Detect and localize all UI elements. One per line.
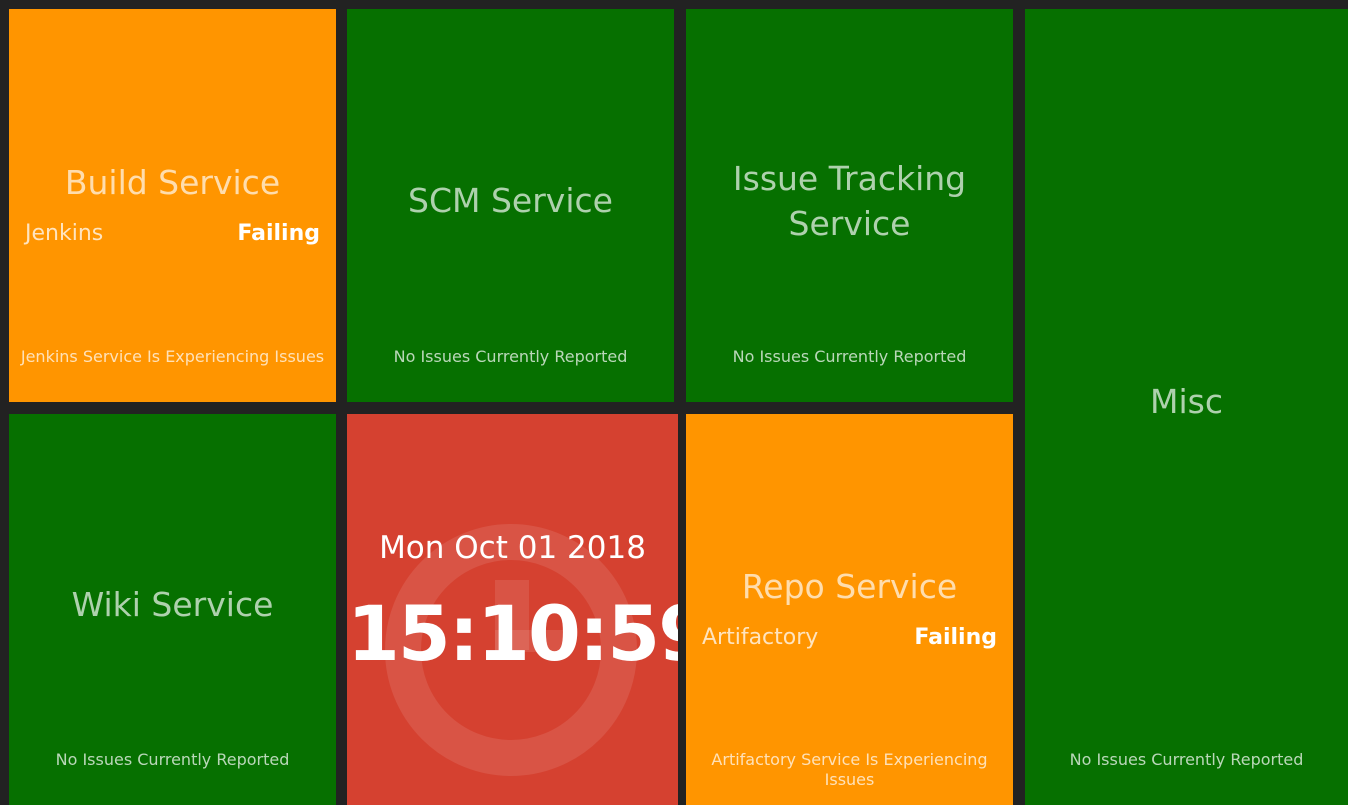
status-name: Artifactory: [702, 624, 819, 650]
tile-title-line1: Issue Tracking: [732, 159, 967, 198]
tile-footer: Artifactory Service Is Experiencing Issu…: [711, 750, 988, 789]
tile-title: Misc: [1150, 382, 1223, 421]
tile-footer: No Issues Currently Reported: [55, 750, 290, 769]
status-row: Jenkins Failing: [25, 218, 320, 248]
status-value: Failing: [237, 220, 320, 246]
status-name: Jenkins: [25, 220, 104, 246]
tile-footer: Jenkins Service Is Experiencing Issues: [20, 347, 325, 366]
clock-time: 15:10:59: [347, 589, 678, 678]
build-service-tile[interactable]: Build Service Jenkins Failing Jenkins Se…: [9, 9, 336, 402]
tile-title: Build Service: [64, 163, 281, 202]
misc-tile[interactable]: Misc No Issues Currently Reported: [1025, 9, 1348, 805]
tile-footer: No Issues Currently Reported: [732, 347, 967, 366]
status-value: Failing: [914, 624, 997, 650]
tile-title: Wiki Service: [71, 585, 274, 624]
repo-service-tile[interactable]: Repo Service Artifactory Failing Artifac…: [686, 414, 1013, 805]
tile-footer: No Issues Currently Reported: [393, 347, 628, 366]
tile-footer: No Issues Currently Reported: [1069, 750, 1304, 769]
tile-title-line2: Service: [788, 204, 911, 243]
clock-tile[interactable]: Mon Oct 01 2018 15:10:59: [347, 414, 678, 805]
status-row: Artifactory Failing: [702, 622, 997, 652]
wiki-service-tile[interactable]: Wiki Service No Issues Currently Reporte…: [9, 414, 336, 805]
tile-title: SCM Service: [408, 181, 613, 220]
clock-date: Mon Oct 01 2018: [379, 530, 646, 566]
scm-service-tile[interactable]: SCM Service No Issues Currently Reported: [347, 9, 674, 402]
dashboard: Build Service Jenkins Failing Jenkins Se…: [0, 0, 1348, 805]
issue-tracking-service-tile[interactable]: Issue Tracking Service No Issues Current…: [686, 9, 1013, 402]
tile-title: Repo Service: [741, 567, 958, 606]
